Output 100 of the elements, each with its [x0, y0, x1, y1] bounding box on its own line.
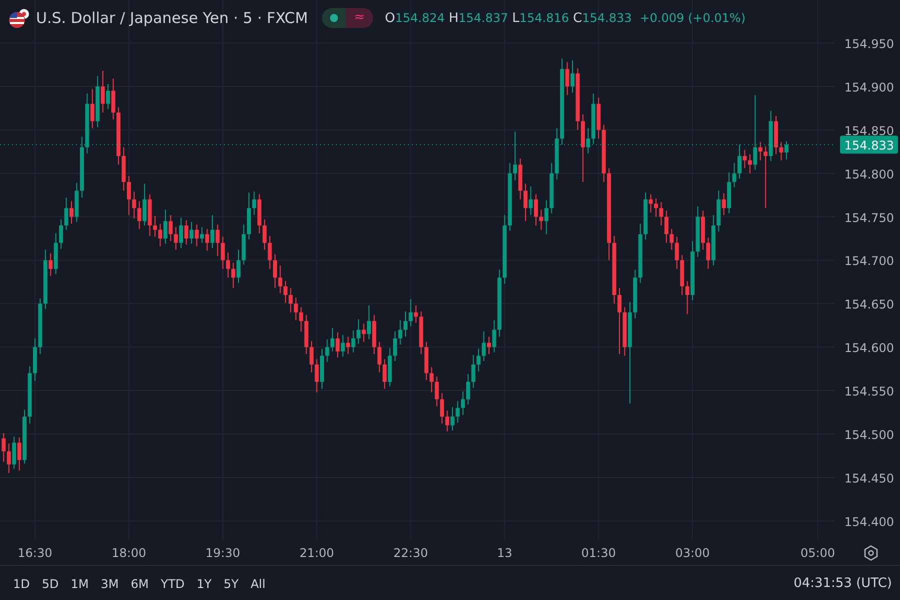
candlestick [366, 304, 371, 340]
candlestick [330, 327, 334, 352]
time-label: 05:00 [800, 546, 836, 560]
candlestick [236, 249, 240, 284]
candlestick [200, 226, 204, 244]
time-label: 21:00 [299, 546, 334, 560]
candlestick [403, 310, 408, 338]
candlestick [126, 175, 131, 216]
candlestick [111, 78, 116, 120]
range-button[interactable]: YTD [156, 574, 190, 594]
candlestick [2, 432, 6, 462]
candlestick [654, 198, 658, 218]
settings-icon[interactable] [864, 545, 878, 561]
candlestick [492, 320, 496, 353]
candlestick [737, 144, 742, 180]
candlestick [664, 210, 668, 244]
candlestick [283, 280, 288, 304]
candlestick [12, 436, 16, 470]
ohlc-value: C154.833 [573, 10, 632, 26]
candlestick [216, 224, 220, 256]
time-label: 13 [497, 546, 512, 560]
range-button[interactable]: 1M [66, 574, 94, 594]
candlestick [528, 186, 533, 216]
candlestick [565, 62, 570, 96]
candlestick [48, 252, 53, 276]
ohlc-value: O154.824 [384, 10, 445, 26]
candlestick [210, 214, 214, 249]
candlestick [445, 410, 450, 432]
price-label: 154.700 [844, 254, 894, 268]
candlestick [586, 128, 590, 154]
candlestick [534, 194, 538, 226]
candlestick [336, 332, 340, 358]
candlestick [158, 223, 162, 247]
range-button[interactable]: 1D [8, 574, 35, 594]
candlestick [430, 366, 434, 393]
candlestick [194, 224, 199, 247]
candlestick [393, 330, 398, 362]
candlestick [190, 221, 194, 244]
candlestick [570, 60, 574, 94]
candlestick [64, 197, 68, 230]
range-button[interactable]: 5Y [218, 574, 244, 594]
candlestick [299, 306, 304, 332]
price-change: +0.009 (+0.01%) [640, 11, 746, 25]
range-button[interactable]: 5D [36, 574, 64, 594]
candlestick [471, 354, 476, 388]
candlestick [524, 183, 528, 222]
range-button[interactable]: 3M [96, 574, 124, 594]
candlestick [174, 226, 178, 250]
candlestick [262, 218, 267, 250]
range-button[interactable]: 1Y [192, 574, 217, 594]
candlestick [722, 192, 726, 216]
candlestick [346, 336, 350, 355]
candlestick [398, 320, 402, 346]
candlestick [674, 236, 679, 270]
price-label: 154.500 [844, 428, 894, 442]
candlestick [310, 340, 314, 373]
candlestick [106, 83, 110, 110]
range-button[interactable]: 6M [126, 574, 154, 594]
price-label: 154.950 [844, 37, 894, 51]
candlestick [220, 236, 225, 270]
price-label: 154.750 [844, 210, 894, 225]
price-label: 154.450 [844, 471, 894, 486]
price-label: 154.400 [844, 514, 894, 529]
candlestick [753, 94, 758, 170]
candlestick [706, 237, 710, 270]
candlestick [659, 202, 664, 226]
candlestick [450, 406, 454, 432]
time-label: 03:00 [675, 546, 710, 560]
candlestick [784, 140, 788, 160]
symbol-title: U.S. Dollar / Japanese Yen · 5 · FXCM [36, 9, 308, 27]
candlestick [356, 318, 361, 344]
candlestick [179, 217, 184, 249]
flag-icon [8, 8, 32, 28]
candlestick [414, 304, 418, 324]
candlestick [408, 298, 413, 327]
candlestick [382, 358, 387, 390]
ohlc-value: L154.816 [512, 10, 570, 26]
price-label: 154.650 [844, 298, 894, 312]
candlestick [670, 228, 674, 250]
price-label: 154.900 [844, 80, 894, 94]
candlestick [440, 392, 444, 424]
clock-label: 04:31:53 (UTC) [794, 576, 892, 591]
candlestick [273, 254, 278, 289]
candlestick [460, 390, 465, 416]
candlestick [59, 218, 64, 250]
candlestick [184, 220, 188, 246]
candlestick [278, 264, 282, 294]
range-button[interactable]: All [246, 574, 270, 594]
time-label: 19:30 [206, 546, 240, 560]
candlestick [152, 215, 157, 238]
candlestick [351, 330, 356, 353]
status-pill[interactable]: ≈ [322, 8, 373, 28]
candlestick [513, 131, 518, 181]
ref-line-label: 154.833 [844, 138, 894, 153]
time-label: 16:30 [18, 546, 52, 560]
time-label: 18:00 [112, 546, 146, 560]
candlestick [100, 70, 105, 114]
price-label: 154.600 [844, 341, 894, 356]
candlestick [456, 400, 460, 424]
candlestick [742, 149, 747, 169]
